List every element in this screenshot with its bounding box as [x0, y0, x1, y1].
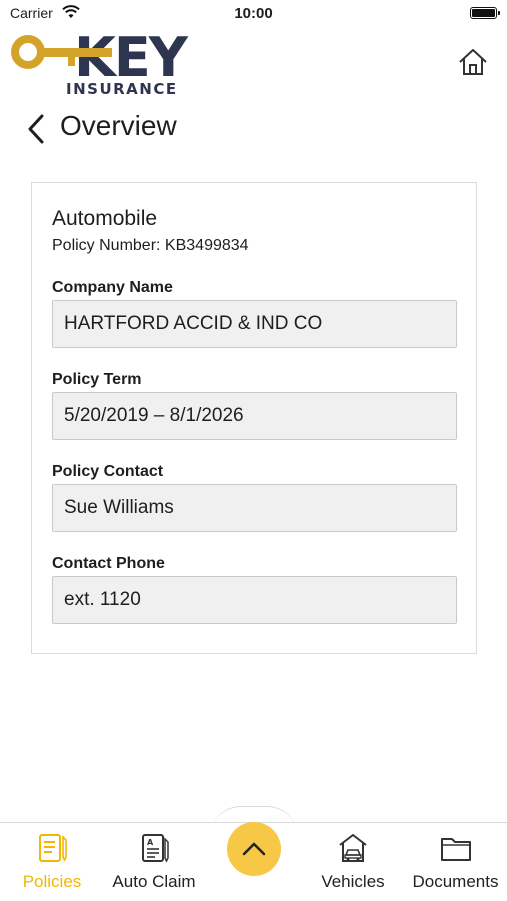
garage-car-icon	[336, 831, 370, 865]
svg-text:INSURANCE: INSURANCE	[66, 80, 178, 96]
policy-contact-field: Sue Williams	[52, 484, 457, 532]
policy-number: Policy Number: KB3499834	[52, 237, 249, 254]
company-name-field: HARTFORD ACCID & IND CO	[52, 300, 457, 348]
battery-icon	[470, 7, 500, 19]
tab-policies[interactable]: Policies	[14, 823, 90, 901]
policy-card: Automobile Policy Number: KB3499834 Comp…	[31, 182, 477, 654]
policy-term-field: 5/20/2019 – 8/1/2026	[52, 392, 457, 440]
document-pen-icon	[35, 831, 69, 865]
policy-term-label: Policy Term	[52, 371, 142, 388]
clock: 10:00	[234, 5, 273, 22]
claim-form-icon: A	[137, 831, 171, 865]
back-button[interactable]	[22, 112, 50, 146]
tab-vehicles[interactable]: Vehicles	[314, 823, 392, 901]
chevron-left-icon	[28, 114, 44, 144]
tab-documents[interactable]: Documents	[404, 823, 507, 901]
tab-policies-label: Policies	[22, 872, 82, 891]
policy-contact-label: Policy Contact	[52, 463, 164, 480]
tab-documents-label: Documents	[412, 872, 499, 891]
status-bar: Carrier 10:00	[0, 0, 507, 28]
policy-type: Automobile	[52, 207, 158, 230]
home-icon	[459, 49, 487, 75]
contact-phone-label: Contact Phone	[52, 555, 165, 572]
tab-auto-claim-label: Auto Claim	[112, 872, 196, 891]
home-button[interactable]	[454, 44, 492, 80]
page-title: Overview	[60, 110, 177, 141]
tab-auto-claim[interactable]: A Auto Claim	[108, 823, 200, 901]
svg-text:A: A	[147, 838, 154, 847]
contact-phone-field: ext. 1120	[52, 576, 457, 624]
key-insurance-logo: KEY INSURANCE	[11, 26, 191, 96]
folder-icon	[439, 831, 473, 865]
tab-vehicles-label: Vehicles	[321, 872, 385, 891]
chevron-up-icon	[242, 842, 266, 856]
company-name-label: Company Name	[52, 279, 173, 296]
expand-menu-button[interactable]	[227, 822, 281, 876]
